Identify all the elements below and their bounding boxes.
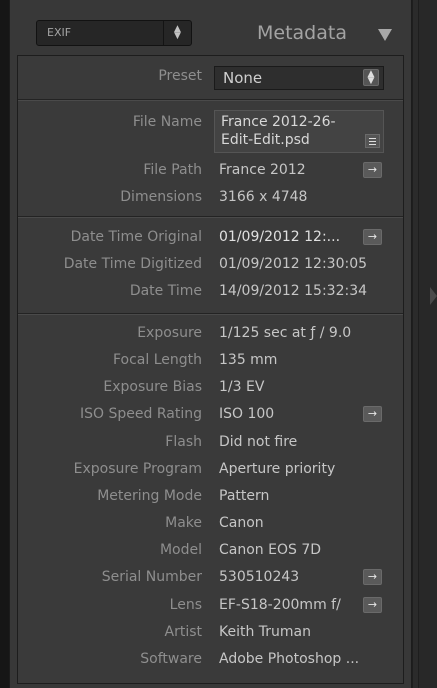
metadata-value: 135 mm <box>219 352 278 369</box>
metadata-value: Pattern <box>219 487 270 504</box>
metadata-row: Make Canon <box>0 510 412 536</box>
go-to-arrow-icon[interactable]: → <box>363 406 382 423</box>
metadata-label: Make <box>165 515 202 532</box>
metadata-value: Canon EOS 7D <box>219 542 322 559</box>
metadata-value: EF-S18-200mm f/ <box>219 596 341 613</box>
metadata-value: 01/09/2012 12:30:05 <box>219 256 368 272</box>
go-to-arrow-icon[interactable]: → <box>363 229 382 245</box>
panel-collapse-triangle-icon[interactable] <box>430 287 437 305</box>
metadata-set-value: EXIF <box>47 26 72 39</box>
metadata-row: Date Time 14/09/2012 15:32:34 <box>0 278 412 304</box>
section-divider-highlight <box>18 314 403 315</box>
right-strip <box>419 0 437 688</box>
metadata-row: Artist Keith Truman <box>0 619 412 645</box>
file-name-line-2: Edit-Edit.psd <box>221 132 310 148</box>
metadata-label: Focal Length <box>112 352 202 369</box>
file-path-value: France 2012 <box>219 162 306 178</box>
metadata-set-dropdown[interactable]: EXIF ▲ ▼ <box>36 20 192 46</box>
up-down-arrows-icon: ▲ ▼ <box>363 69 379 86</box>
metadata-row: ISO Speed Rating ISO 100 → <box>0 401 412 427</box>
metadata-value: 14/09/2012 15:32:34 <box>219 283 368 299</box>
preset-row: Preset None ▲ ▼ <box>0 63 412 90</box>
metadata-value: Did not fire <box>219 433 298 450</box>
file-name-field[interactable]: France 2012-26- Edit-Edit.psd <box>214 110 384 153</box>
metadata-label: Date Time Digitized <box>63 256 202 272</box>
metadata-row: Date Time Digitized 01/09/2012 12:30:05 <box>0 251 412 277</box>
dropdown-divider <box>163 21 164 45</box>
metadata-label: Exposure Program <box>73 460 202 477</box>
metadata-value: Keith Truman <box>219 623 312 640</box>
metadata-label: Date Time <box>129 283 202 299</box>
metadata-label: Date Time Original <box>70 229 202 245</box>
metadata-panel-header: EXIF ▲ ▼ Metadata <box>9 14 411 54</box>
metadata-label: Metering Mode <box>97 487 202 504</box>
metadata-row: Lens EF-S18-200mm f/ → <box>0 592 412 618</box>
up-down-arrows-icon: ▲ ▼ <box>174 24 181 41</box>
metadata-row: Model Canon EOS 7D <box>0 537 412 563</box>
dimensions-row: Dimensions 3166 x 4748 <box>0 184 412 210</box>
metadata-label: Artist <box>164 623 203 640</box>
metadata-value: Aperture priority <box>219 460 336 477</box>
metadata-row: Focal Length 135 mm <box>0 347 412 373</box>
dimensions-label: Dimensions <box>120 189 202 205</box>
metadata-row: Exposure Bias 1/3 EV <box>0 374 412 400</box>
metadata-label: Exposure Bias <box>103 379 202 396</box>
file-name-line-1: France 2012-26- <box>221 114 336 130</box>
file-name-label: File Name <box>132 114 202 130</box>
metadata-row: Serial Number 530510243 → <box>0 564 412 590</box>
metadata-value: Canon <box>219 515 264 532</box>
metadata-value: 1/3 EV <box>219 379 265 396</box>
metadata-row: Exposure 1/125 sec at ƒ / 9.0 <box>0 320 412 346</box>
metadata-label: ISO Speed Rating <box>80 406 202 423</box>
preset-dropdown[interactable]: None ▲ ▼ <box>214 66 384 90</box>
go-to-arrow-icon[interactable]: → <box>363 162 382 178</box>
metadata-label: Exposure <box>137 325 202 341</box>
metadata-label: Software <box>140 650 202 667</box>
section-divider-highlight <box>18 217 403 218</box>
file-path-label: File Path <box>143 162 202 178</box>
metadata-value: 1/125 sec at ƒ / 9.0 <box>219 325 352 341</box>
preset-value: None <box>223 69 263 87</box>
scrollbar-thumb[interactable] <box>413 0 418 688</box>
metadata-label: Lens <box>169 596 202 613</box>
go-to-arrow-icon[interactable]: → <box>363 569 382 586</box>
metadata-row: Metering Mode Pattern <box>0 483 412 509</box>
go-to-arrow-icon[interactable]: → <box>363 596 382 613</box>
metadata-row: Flash Did not fire <box>0 429 412 455</box>
triangle-down-icon[interactable] <box>378 29 392 41</box>
metadata-row: Date Time Original 01/09/2012 12:... → <box>0 224 412 250</box>
metadata-row: Software Adobe Photoshop ... <box>0 646 412 672</box>
file-path-row: File Path France 2012 → <box>0 157 412 183</box>
metadata-label: Model <box>159 542 202 559</box>
panel-title[interactable]: Metadata <box>257 18 347 48</box>
metadata-value: 530510243 <box>219 569 300 586</box>
dimensions-value: 3166 x 4748 <box>219 189 308 205</box>
metadata-label: Serial Number <box>101 569 202 586</box>
metadata-label: Flash <box>165 433 202 450</box>
metadata-value: ISO 100 <box>219 406 275 423</box>
list-icon[interactable] <box>365 134 380 148</box>
preset-label: Preset <box>158 68 202 84</box>
metadata-value: 01/09/2012 12:... <box>219 229 341 245</box>
section-divider-highlight <box>18 100 403 101</box>
metadata-value: Adobe Photoshop ... <box>219 650 360 667</box>
metadata-row: Exposure Program Aperture priority <box>0 456 412 482</box>
